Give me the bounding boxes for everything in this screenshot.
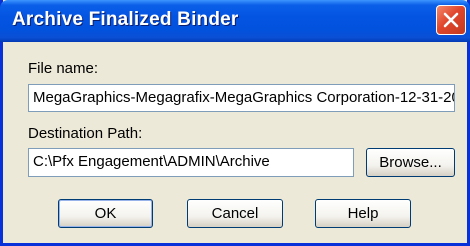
help-button[interactable]: Help bbox=[315, 199, 411, 228]
ok-button[interactable]: OK bbox=[58, 199, 153, 228]
destination-path-label: Destination Path: bbox=[28, 125, 143, 142]
browse-button[interactable]: Browse... bbox=[366, 148, 455, 177]
close-icon bbox=[443, 12, 459, 28]
dialog-title: Archive Finalized Binder bbox=[12, 9, 239, 30]
close-button[interactable] bbox=[436, 5, 466, 35]
file-name-field[interactable]: MegaGraphics-Megagrafix-MegaGraphics Cor… bbox=[28, 84, 455, 112]
title-bar[interactable]: Archive Finalized Binder bbox=[0, 0, 470, 42]
cancel-button[interactable]: Cancel bbox=[187, 199, 283, 228]
file-name-label: File name: bbox=[28, 60, 99, 77]
destination-path-field[interactable]: C:\Pfx Engagement\ADMIN\Archive bbox=[28, 148, 354, 177]
archive-dialog: Archive Finalized Binder File name: Mega… bbox=[0, 0, 470, 246]
